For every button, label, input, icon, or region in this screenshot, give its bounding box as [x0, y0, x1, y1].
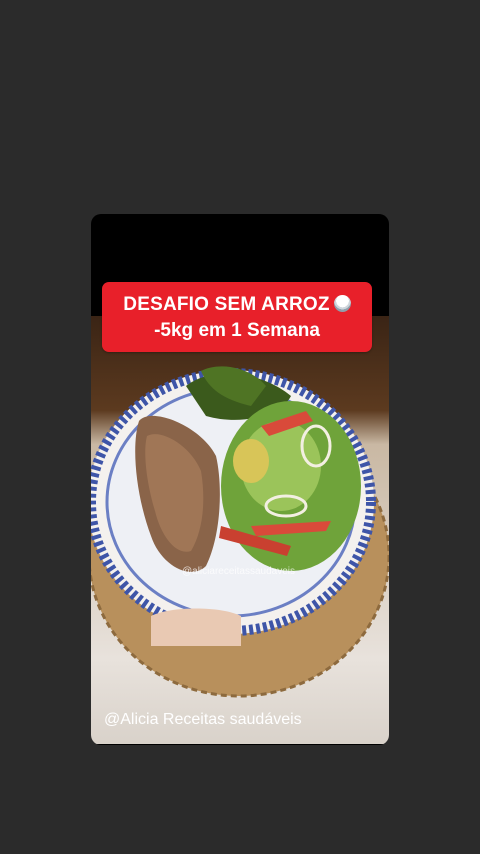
banner-title-text: DESAFIO SEM ARROZ — [123, 294, 330, 315]
challenge-banner: DESAFIO SEM ARROZ -5kg em 1 Semana — [102, 282, 372, 352]
story-card[interactable]: DESAFIO SEM ARROZ -5kg em 1 Semana @Alic… — [91, 214, 389, 745]
plate-illustration — [91, 366, 389, 698]
banner-subtitle: -5kg em 1 Semana — [154, 320, 320, 341]
banner-title: DESAFIO SEM ARROZ — [102, 294, 372, 316]
rice-bowl-icon — [333, 295, 351, 312]
photo-watermark: @aliciareceitassaudaveis — [182, 566, 295, 577]
food-photo — [91, 316, 389, 744]
credit-text: @Alicia Receitas saudáveis — [104, 711, 302, 728]
